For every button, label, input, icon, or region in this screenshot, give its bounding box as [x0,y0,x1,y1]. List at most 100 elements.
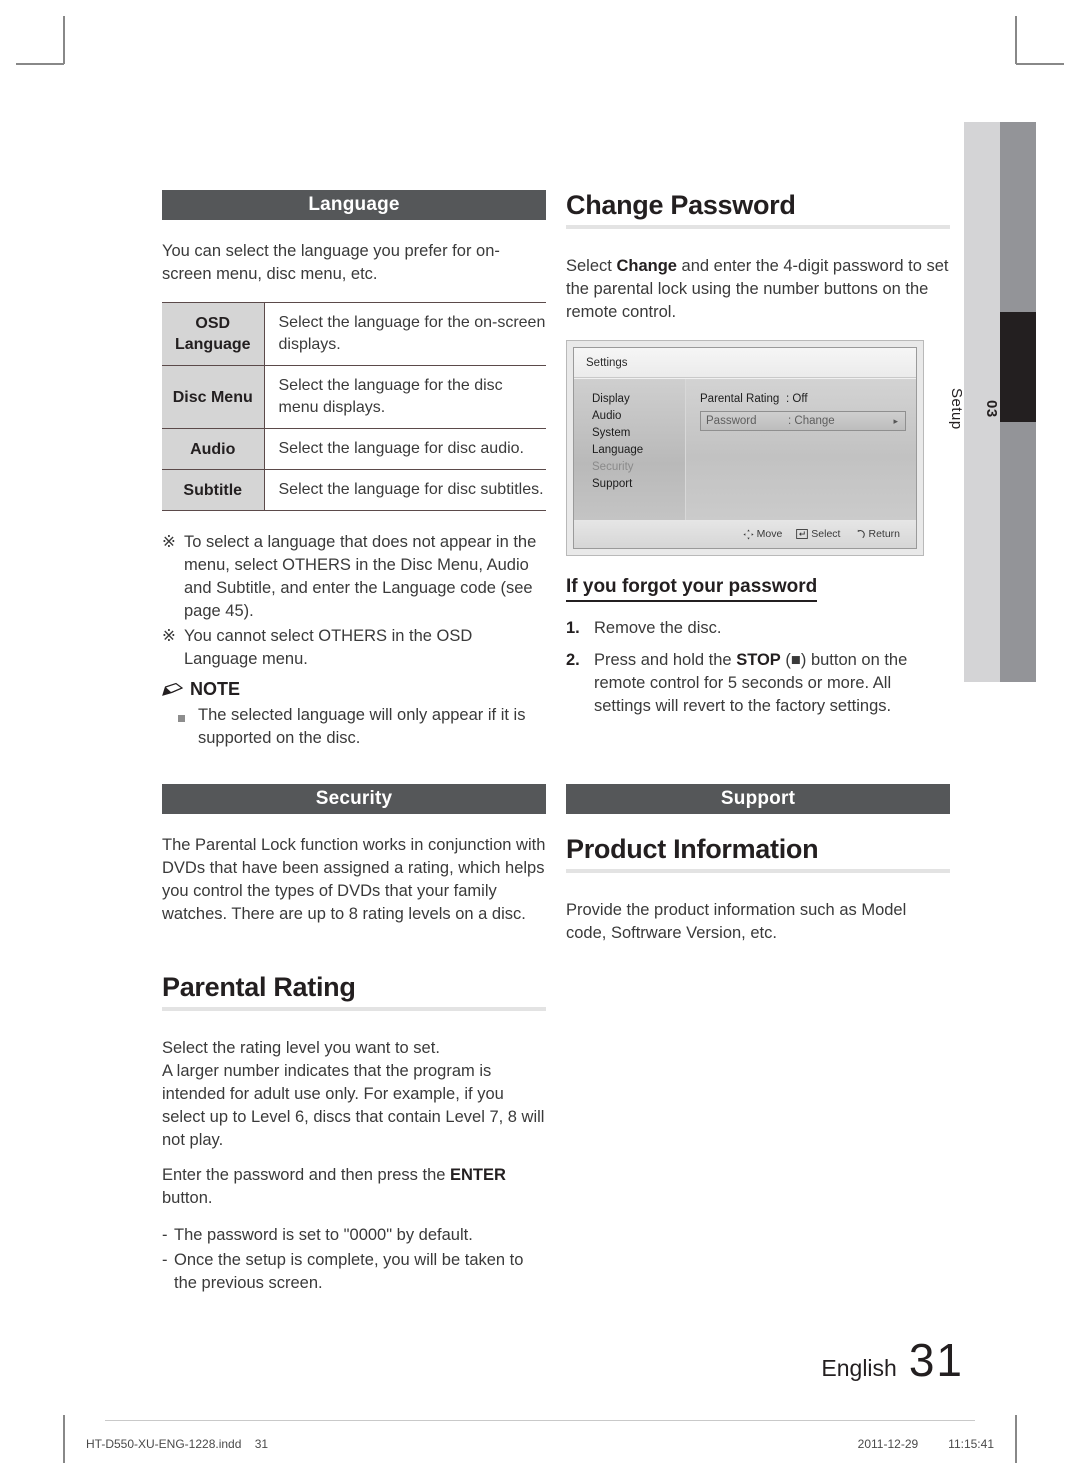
crop-mark-bottom-left-v [63,1415,65,1463]
imprint-date: 2011-12-29 [857,1437,919,1451]
settings-screen-title: Settings [574,348,916,378]
footer-hint-move: Move [743,528,782,540]
dash-item-text: Once the setup is complete, you will be … [174,1251,524,1292]
chevron-right-icon: ▸ [893,415,898,426]
table-row: OSD Language Select the language for the… [162,302,546,366]
note-item-text: The selected language will only appear i… [198,706,526,747]
settings-screen-inner: Settings Display Audio System Language S… [573,347,917,549]
table-cell-value: Select the language for disc subtitles. [278,481,544,498]
page-number-block: English 31 [821,1333,964,1387]
note-heading: NOTE [162,679,546,700]
settings-row-label: Password [706,415,757,427]
asterisk-note-text: You cannot select OTHERS in the OSD Lang… [184,627,473,668]
pencil-icon [162,682,184,696]
settings-nav-item-audio[interactable]: Audio [592,408,685,425]
settings-row-label: Parental Rating [700,393,780,405]
imprint-file-page: 31 [254,1437,269,1451]
footer-hint-return-label: Return [868,528,900,540]
step-text: Remove the disc. [594,619,722,637]
imprint-file-name: HT-D550-XU-ENG-1228.indd [86,1437,242,1451]
left-column: Language You can select the language you… [162,190,546,1295]
settings-screen-footer: Move Select Return [574,520,916,548]
chapter-number: 03 [983,400,1000,418]
table-row: Audio Select the language for disc audio… [162,428,546,470]
asterisk-icon: ※ [162,627,176,645]
page-number: 31 [908,1334,964,1386]
heading-rule [566,869,950,873]
asterisk-icon: ※ [162,533,176,551]
heading-product-information: Product Information [566,834,819,864]
crop-mark-bottom-right-v [1015,1415,1017,1463]
settings-row-parental-rating[interactable]: Parental Rating : Off [700,391,906,407]
step-number: 1. [566,619,580,637]
footer-hint-select: Select [796,528,840,540]
settings-nav-item-system[interactable]: System [592,425,685,442]
imprint-left: HT-D550-XU-ENG-1228.indd 31 [86,1437,268,1451]
table-cell-key: Audio [162,428,265,470]
settings-row-value: : Off [786,393,808,405]
imprint-time: 11:15:41 [948,1437,994,1451]
select-icon [796,529,809,539]
enter-line-prefix: Enter the password and then press the [162,1166,451,1184]
numbered-step: 2. Press and hold the STOP (■) button on… [566,649,950,718]
crop-mark-top-left-v [63,16,65,64]
heading-if-you-forgot-password: If you forgot your password [566,576,818,602]
settings-nav-item-support[interactable]: Support [592,476,685,493]
crop-mark-top-right-v [1015,16,1017,64]
enter-line-suffix: button. [162,1189,213,1207]
step-number: 2. [566,651,580,669]
move-icon [743,528,754,540]
table-cell-key: Disc Menu [162,365,265,429]
section-band-language: Language [162,190,546,220]
table-row: Subtitle Select the language for disc su… [162,469,546,511]
table-cell-value: Select the language for disc audio. [278,440,525,457]
square-bullet-icon [178,704,198,750]
dash-item: - The password is set to "0000" by defau… [162,1224,546,1247]
table-cell-value: Select the language for the disc menu di… [278,377,503,416]
dash-item: - Once the setup is complete, you will b… [162,1249,546,1295]
settings-screen-main: Parental Rating : Off Password : Change … [686,379,916,520]
settings-row-password[interactable]: Password : Change ▸ [700,411,906,431]
settings-screen-nav: Display Audio System Language Security S… [574,379,686,520]
heading-change-password: Change Password [566,190,796,220]
change-password-description: Select Change and enter the 4-digit pass… [566,255,950,324]
note-item: The selected language will only appear i… [162,704,546,750]
product-information-description: Provide the product information such as … [566,901,907,942]
language-options-table-body: OSD Language Select the language for the… [162,302,546,511]
table-row: Disc Menu Select the language for the di… [162,365,546,429]
crop-mark-top-left-h [16,63,64,65]
chapter-label: Setup [948,388,965,430]
chapter-tab: 03 Setup [948,122,1036,682]
footer-hint-select-label: Select [811,528,841,540]
crop-mark-top-right-h [1016,63,1064,65]
language-intro-text: You can select the language you prefer f… [162,242,500,283]
enter-button-label: ENTER [450,1166,506,1184]
footer-hint-return: Return [854,528,900,540]
imprint-line: HT-D550-XU-ENG-1228.indd 31 2011-12-29 1… [86,1437,994,1451]
numbered-step: 1. Remove the disc. [566,617,950,640]
enter-password-line: Enter the password and then press the EN… [162,1164,546,1210]
settings-screen-mockup: Settings Display Audio System Language S… [566,340,924,556]
settings-screen-body: Display Audio System Language Security S… [574,379,916,520]
asterisk-note: ※ You cannot select OTHERS in the OSD La… [162,625,546,671]
imprint-right: 2011-12-29 11:15:41 [858,1437,994,1451]
settings-nav-item-security[interactable]: Security [592,459,685,476]
settings-row-value: : Change [788,415,835,427]
language-options-table: OSD Language Select the language for the… [162,302,546,511]
section-band-support: Support [566,784,950,814]
footer-divider [105,1420,975,1421]
change-password-prefix: Select [566,257,617,275]
heading-parental-rating: Parental Rating [162,972,356,1002]
asterisk-note: ※ To select a language that does not app… [162,531,546,623]
table-cell-value: Select the language for the on-screen di… [278,314,546,353]
page-language-label: English [821,1355,897,1381]
step-text: Press and hold the STOP (■) button on th… [594,649,950,718]
section-band-security: Security [162,784,546,814]
settings-nav-item-language[interactable]: Language [592,442,685,459]
dash-icon: - [162,1251,168,1269]
settings-nav-item-display[interactable]: Display [592,391,685,408]
note-heading-label: NOTE [190,679,241,699]
asterisk-note-text: To select a language that does not appea… [184,533,537,620]
security-description: The Parental Lock function works in conj… [162,836,546,923]
right-column: Change Password Select Change and enter … [566,190,950,945]
